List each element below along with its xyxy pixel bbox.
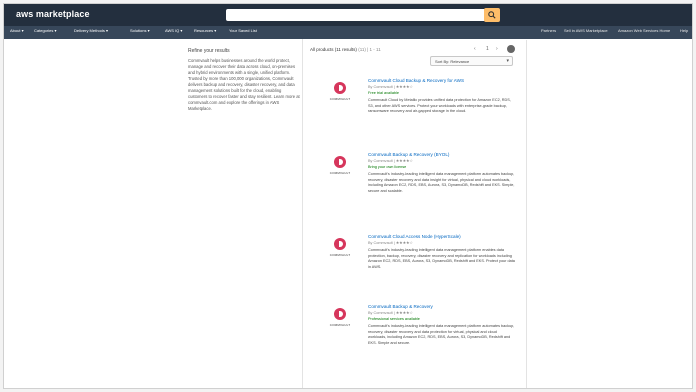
nav-partners[interactable]: Partners — [541, 28, 556, 33]
commvault-logo-mark — [334, 82, 346, 94]
search-icon — [488, 11, 496, 19]
browser-frame: aws marketplace About ▾ Categories ▾ Del… — [3, 3, 693, 389]
sidebar: Refine your results Commvault helps busi… — [188, 48, 300, 112]
product-pricing-note: Professional services available — [368, 317, 420, 321]
nav-resources[interactable]: Resources ▾ — [194, 28, 216, 33]
product-description: Commvault Cloud by Metallic provides uni… — [368, 98, 511, 114]
commvault-logo-wordmark: COMMVAULT — [329, 253, 351, 257]
nav-solutions[interactable]: Solutions ▾ — [130, 28, 150, 33]
product-description: Commvault's industry-leading intelligent… — [368, 324, 515, 345]
chevron-down-icon: ▾ — [506, 58, 509, 64]
product-pricing-note: Free trial available — [368, 91, 400, 95]
commvault-logo-wordmark: COMMVAULT — [329, 171, 351, 175]
commvault-logo-mark — [334, 308, 346, 320]
commvault-logo-wordmark: COMMVAULT — [329, 323, 351, 327]
search-button[interactable] — [484, 8, 500, 22]
pager-prev-button[interactable]: ‹ — [474, 46, 476, 52]
logo-text: aws marketplace — [16, 9, 90, 19]
results-count: (11) | 1 - 11 — [358, 47, 381, 52]
results-heading-text: All products (11 results) — [310, 47, 357, 52]
results-panel: All products (11 results) (11) | 1 - 11 … — [304, 40, 527, 388]
pager-page-number[interactable]: 1 — [486, 46, 489, 52]
pager-next-button[interactable]: › — [496, 46, 498, 52]
gear-icon[interactable] — [507, 45, 515, 53]
product-description: Commvault's industry-leading intelligent… — [368, 172, 515, 193]
nav-aws-iq[interactable]: AWS IQ ▾ — [165, 28, 182, 33]
nav-about[interactable]: About ▾ — [10, 28, 24, 33]
commvault-logo-wordmark: COMMVAULT — [329, 97, 351, 101]
nav-sell[interactable]: Sell in AWS Marketplace — [564, 28, 614, 33]
sidebar-description: Commvault helps businesses around the wo… — [188, 58, 300, 111]
product-description: Commvault's industry-leading intelligent… — [368, 248, 515, 269]
nav-help[interactable]: Help — [680, 28, 688, 33]
sort-dropdown[interactable]: Sort By: Relevance ▾ — [430, 56, 513, 66]
commvault-logo-mark — [334, 156, 346, 168]
sort-label: Sort By: Relevance — [435, 59, 470, 64]
commvault-logo[interactable]: COMMVAULT — [324, 156, 354, 182]
commvault-logo[interactable]: COMMVAULT — [324, 238, 354, 264]
nav-saved-list[interactable]: Your Saved List — [229, 28, 257, 33]
nav-categories[interactable]: Categories ▾ — [34, 28, 56, 33]
column-divider — [302, 39, 303, 388]
commvault-logo-mark — [334, 238, 346, 250]
search-input[interactable] — [226, 9, 491, 21]
product-vendor-rating: By Commvault | ★★★★☆ — [368, 241, 413, 245]
aws-marketplace-logo[interactable]: aws marketplace — [16, 9, 90, 19]
results-heading: All products (11 results) (11) | 1 - 11 — [310, 47, 381, 52]
commvault-logo[interactable]: COMMVAULT — [324, 82, 354, 108]
top-header-bar: aws marketplace — [4, 4, 692, 26]
sidebar-title: Refine your results — [188, 48, 230, 54]
navigation-bar: About ▾ Categories ▾ Delivery Methods ▾ … — [4, 26, 692, 39]
nav-aws-home[interactable]: Amazon Web Services Home — [618, 28, 676, 33]
commvault-logo[interactable]: COMMVAULT — [324, 308, 354, 334]
product-pricing-note: Bring your own license — [368, 165, 407, 169]
nav-delivery-methods[interactable]: Delivery Methods ▾ — [74, 28, 108, 33]
